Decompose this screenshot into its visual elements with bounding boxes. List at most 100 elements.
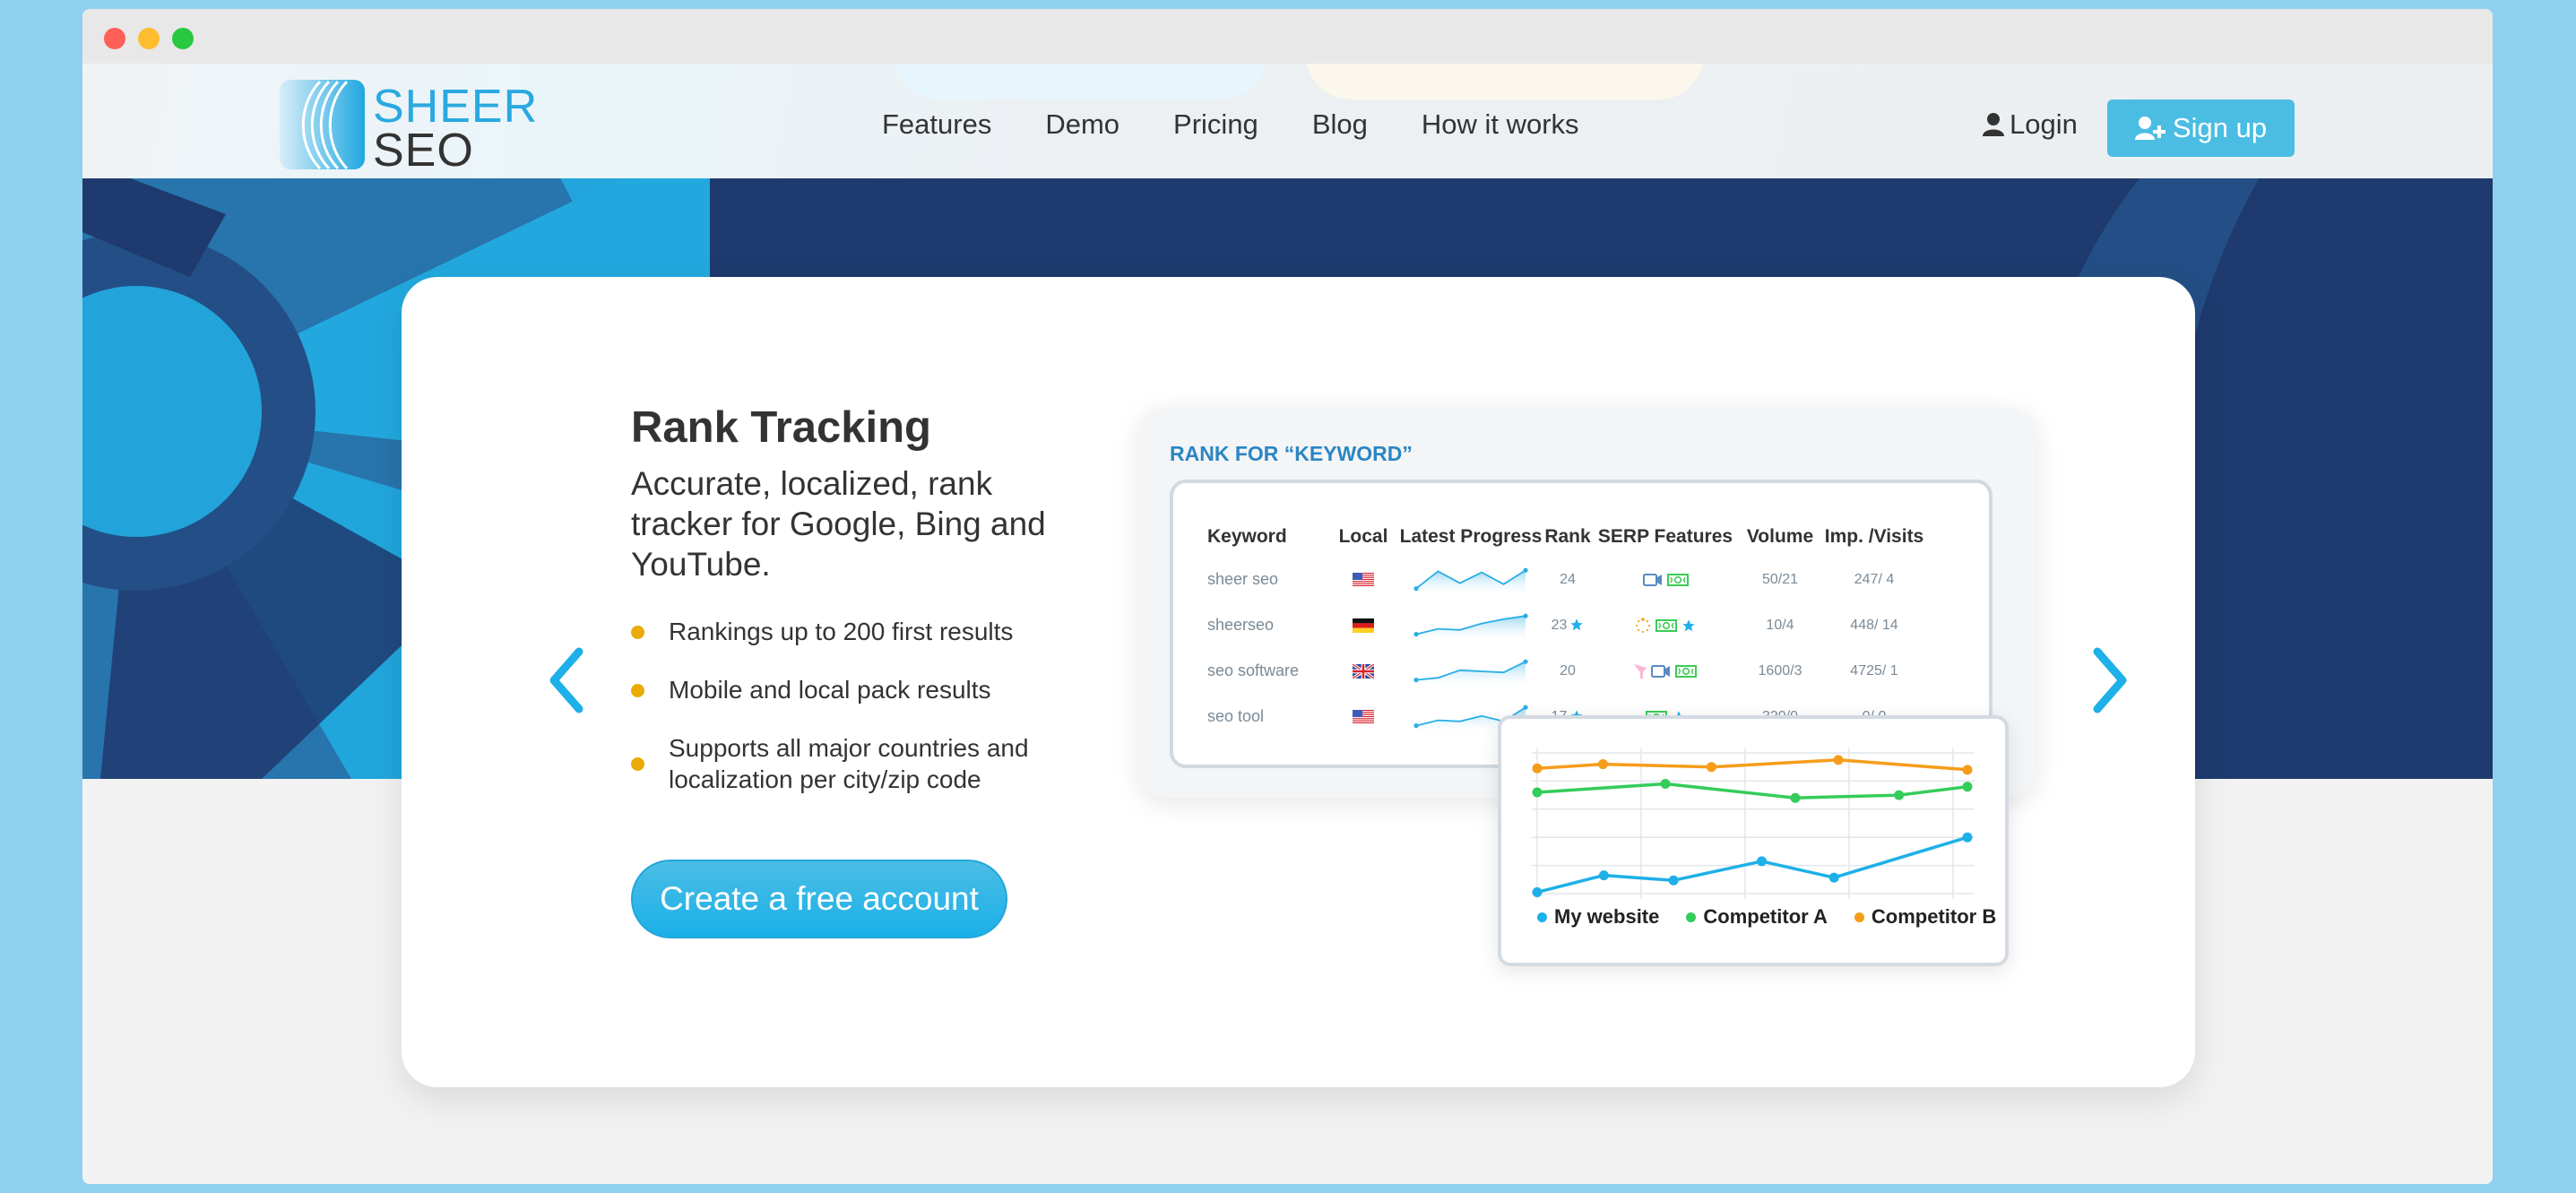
col-keyword: Keyword — [1207, 526, 1287, 547]
progress-cell — [1397, 602, 1544, 648]
data-point-competitor-a — [1894, 790, 1905, 800]
bullet-dot-icon — [631, 683, 644, 697]
bullet-text: Rankings up to 200 first results — [669, 618, 1014, 645]
minimize-window-button[interactable] — [138, 28, 160, 49]
nav-features[interactable]: Features — [882, 107, 991, 143]
feature-subtitle: Accurate, localized, rank tracker for Go… — [631, 465, 1046, 583]
rank-cell: 20 — [1544, 648, 1591, 694]
rank-table-row[interactable]: seo software 20 1600/3 4725/ 1 — [1207, 648, 1928, 694]
feature-title: Rank Tracking — [631, 403, 931, 452]
video-icon — [1651, 665, 1670, 679]
flag-de-icon — [1353, 618, 1374, 634]
signup-label: Sign up — [2172, 112, 2268, 143]
data-point-competitor-b — [1706, 762, 1716, 773]
local-cell — [1329, 557, 1397, 602]
data-point-competitor-b — [1597, 759, 1608, 770]
serp-features-cell — [1591, 557, 1740, 602]
rank-cell: 24 — [1544, 557, 1591, 602]
progress-sparkline — [1413, 613, 1528, 640]
site-header: SHEER SEO Features Demo Pricing Blog How… — [82, 64, 2493, 178]
main-nav: Features Demo Pricing Blog How it works — [882, 107, 1579, 143]
data-point-competitor-b — [1833, 755, 1844, 765]
rank-table: Keyword Local Latest Progress Rank SERP … — [1207, 517, 1928, 739]
logo-text-seo: SEO — [373, 125, 474, 177]
col-rank: Rank — [1544, 526, 1591, 547]
sparkline-start-point — [1413, 631, 1419, 636]
feature-card: Rank Tracking Accurate, localized, rank … — [402, 277, 2195, 1087]
title-bar — [82, 9, 2493, 64]
flag-gb-icon — [1353, 664, 1374, 679]
data-point-competitor-b — [1962, 765, 1973, 775]
feature-bullets: Rankings up to 200 first results Mobile … — [631, 616, 1052, 795]
maximize-window-button[interactable] — [172, 28, 194, 49]
nav-pricing[interactable]: Pricing — [1173, 107, 1258, 143]
sparkline-end-point — [1523, 613, 1528, 618]
bullet-item: Mobile and local pack results — [631, 674, 1052, 705]
rank-value: 20 — [1560, 662, 1576, 679]
sparkline-end-point — [1523, 705, 1528, 710]
close-window-button[interactable] — [104, 28, 125, 49]
bullet-dot-icon — [631, 625, 644, 639]
col-local: Local — [1338, 526, 1388, 547]
series-line-my-website — [1536, 835, 1968, 895]
create-free-account-button[interactable]: Create a free account — [631, 860, 1007, 938]
data-point-competitor-a — [1660, 779, 1671, 790]
progress-sparkline — [1413, 659, 1528, 686]
flag-us-icon — [1353, 573, 1374, 588]
serp-features-cell — [1591, 602, 1740, 648]
ghost-demo-button — [1306, 64, 1704, 99]
local-cell — [1329, 694, 1397, 739]
bullet-dot-icon — [631, 757, 644, 771]
rank-star-icon — [1570, 618, 1584, 631]
keyword-cell: seo software — [1207, 661, 1300, 679]
legend-dot-icon — [1686, 912, 1697, 922]
chevron-right-icon[interactable] — [2087, 644, 2131, 716]
rank-table-header: Keyword Local Latest Progress Rank SERP … — [1207, 517, 1928, 557]
data-point-competitor-a — [1790, 792, 1801, 803]
data-point-my-website — [1598, 870, 1609, 881]
data-point-competitor-a — [1532, 787, 1543, 798]
keyword-cell: sheer seo — [1207, 570, 1279, 588]
col-serp-features: SERP Features — [1597, 526, 1733, 547]
serp-icons — [1634, 663, 1697, 679]
money-icon — [1655, 619, 1677, 633]
legend-item-competitor-a: Competitor A — [1686, 905, 1828, 929]
bullet-item: Supports all major countries and localiz… — [631, 732, 1052, 795]
local-cell — [1329, 602, 1397, 648]
chart-legend: My website Competitor A Competitor B — [1537, 905, 1996, 929]
col-volume: Volume — [1746, 526, 1814, 547]
login-label: Login — [2010, 108, 2078, 140]
video-icon — [1642, 574, 1662, 587]
nav-demo[interactable]: Demo — [1045, 107, 1119, 143]
imp-visits-cell: 4725/ 1 — [1850, 662, 1898, 679]
data-point-competitor-b — [1532, 763, 1543, 774]
progress-sparkline — [1413, 567, 1528, 594]
money-icon — [1666, 574, 1689, 587]
legend-label: Competitor A — [1703, 905, 1828, 928]
login-link[interactable]: Login — [1983, 107, 2078, 143]
nav-how-it-works[interactable]: How it works — [1422, 107, 1579, 143]
signup-button[interactable]: Sign up — [2107, 99, 2295, 157]
legend-item-my-website: My website — [1537, 905, 1659, 929]
money-icon — [1675, 665, 1697, 679]
serp-icons — [1642, 574, 1689, 587]
legend-label: My website — [1554, 905, 1660, 928]
volume-cell: 10/4 — [1766, 617, 1794, 633]
rank-value: 23 — [1551, 617, 1568, 633]
col-latest-progress: Latest Progress — [1399, 526, 1543, 547]
progress-cell — [1397, 557, 1544, 602]
logo-text-sheer: SHEER — [373, 81, 539, 133]
rank-table-row[interactable]: sheerseo 23 10/4 448/ 14 — [1207, 602, 1928, 648]
sparkline-start-point — [1413, 585, 1419, 591]
funnel-icon — [1634, 664, 1647, 679]
star-icon — [1682, 619, 1695, 632]
legend-item-competitor-b: Competitor B — [1854, 905, 1996, 929]
rank-table-row[interactable]: sheer seo 24 50/21 247/ 4 — [1207, 557, 1928, 602]
chevron-left-icon[interactable] — [545, 644, 590, 716]
imp-visits-cell: 448/ 14 — [1850, 617, 1898, 633]
rank-value: 24 — [1560, 571, 1576, 587]
progress-cell — [1397, 648, 1544, 694]
data-point-competitor-a — [1962, 782, 1973, 792]
sheer-seo-logo[interactable]: SHEER SEO — [280, 78, 540, 177]
nav-blog[interactable]: Blog — [1312, 107, 1368, 143]
